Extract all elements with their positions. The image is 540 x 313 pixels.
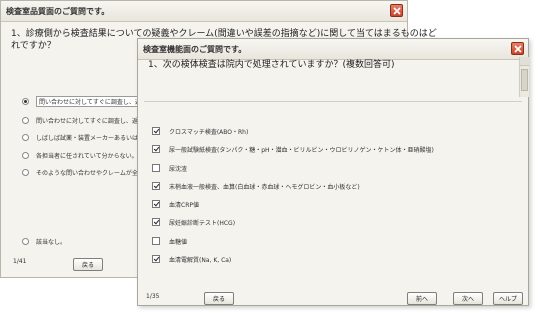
radio-button[interactable] (22, 133, 29, 141)
close-icon (393, 7, 401, 15)
back-option-label: しばしば試薬・装置メーカーあるいは外注 (36, 134, 151, 142)
help-button[interactable]: ヘルプ (493, 292, 523, 305)
back-option-label: 各担当者に任されていて分からない。 (36, 152, 138, 160)
front-item-label: 尿一般試験紙検査(タンパク・糖・pH・潜血・ビリルビン・ウロビリノゲン・ケトン体… (169, 146, 434, 154)
back-page-indicator: 1/41 (13, 258, 27, 265)
front-question: 1、次の検体検査は院内で処理されていますか？(複数回答可) (148, 60, 395, 70)
checkbox[interactable] (152, 237, 160, 245)
back-option-none[interactable]: 該当なし。 (22, 235, 66, 247)
next-button[interactable]: 次へ (453, 292, 483, 305)
radio-button[interactable] (22, 168, 29, 176)
checkbox[interactable] (152, 255, 160, 263)
back-option-label: 該当なし。 (36, 238, 67, 246)
prev-button[interactable]: 前へ (407, 292, 437, 305)
scroll-up-button[interactable] (520, 57, 529, 66)
back-option-label: 問い合わせに対してすぐに調査し、返答 (36, 95, 150, 107)
front-item-label: 末梢血液一般検査、血算(白血球・赤血球・ヘモグロビン・血小板など) (169, 183, 360, 191)
front-item-label: 血糖値 (169, 238, 188, 246)
front-back-button[interactable]: 戻る (204, 292, 234, 305)
radio-button[interactable] (22, 237, 29, 245)
back-window-title: 検査室品質面のご質問です。 (6, 7, 110, 16)
back-option-3[interactable]: しばしば試薬・装置メーカーあるいは外注 (22, 131, 150, 143)
checkbox[interactable] (152, 218, 160, 226)
front-item-3[interactable]: 尿沈渣 (152, 162, 187, 174)
question-scrollbar[interactable] (519, 57, 529, 97)
front-window-titlebar: 検査室機能面のご質問です。 (138, 39, 528, 60)
front-window-title: 検査室機能面のご質問です。 (143, 45, 247, 54)
front-item-1[interactable]: クロスマッチ検査(ABO・Rh) (152, 125, 248, 137)
front-item-7[interactable]: 血糖値 (152, 235, 187, 247)
back-question-line2: れですか？ (11, 41, 56, 51)
front-item-2[interactable]: 尿一般試験紙検査(タンパク・糖・pH・潜血・ビリルビン・ウロビリノゲン・ケトン体… (152, 143, 434, 155)
front-item-label: 血清CRP値 (169, 201, 199, 209)
scroll-thumb[interactable] (521, 69, 528, 91)
front-item-5[interactable]: 血清CRP値 (152, 198, 199, 210)
checkbox[interactable] (152, 200, 160, 208)
front-page-indicator: 1/35 (146, 293, 160, 300)
back-option-1[interactable]: 問い合わせに対してすぐに調査し、返答 (22, 95, 150, 107)
front-item-8[interactable]: 血清電解質(Na, K, Ca) (152, 253, 231, 265)
front-item-4[interactable]: 末梢血液一般検査、血算(白血球・赤血球・ヘモグロビン・血小板など) (152, 180, 360, 192)
back-option-5[interactable]: そのような問い合わせやクレームが全くな (22, 166, 150, 178)
radio-button[interactable] (22, 116, 29, 124)
back-option-label: 問い合わせに対してすぐに調査し、返答 (36, 117, 144, 125)
checkbox[interactable] (152, 182, 160, 190)
back-window-titlebar: 検査室品質面のご質問です。 (1, 1, 407, 22)
radio-button[interactable] (22, 97, 29, 105)
back-option-label: そのような問い合わせやクレームが全くな (36, 169, 150, 177)
front-item-label: クロスマッチ検査(ABO・Rh) (169, 128, 249, 136)
front-item-label: 血清電解質(Na, K, Ca) (169, 256, 232, 264)
front-window: 検査室機能面のご質問です。 1、次の検体検査は院内で処理されていますか？(複数回… (137, 38, 529, 306)
back-window-close-button[interactable] (390, 4, 403, 17)
front-item-label: 尿妊娠診断テスト(HCG) (169, 219, 236, 227)
question-separator (144, 101, 522, 102)
back-window-back-button[interactable]: 戻る (73, 258, 103, 271)
front-item-label: 尿沈渣 (169, 165, 188, 173)
checkbox[interactable] (152, 164, 160, 172)
close-icon (514, 45, 522, 53)
checkbox[interactable] (152, 145, 160, 153)
front-item-6[interactable]: 尿妊娠診断テスト(HCG) (152, 216, 235, 228)
checkbox[interactable] (152, 127, 160, 135)
back-option-2[interactable]: 問い合わせに対してすぐに調査し、返答 (22, 114, 144, 126)
radio-button[interactable] (22, 151, 29, 159)
back-option-4[interactable]: 各担当者に任されていて分からない。 (22, 149, 138, 161)
front-window-close-button[interactable] (511, 42, 524, 55)
